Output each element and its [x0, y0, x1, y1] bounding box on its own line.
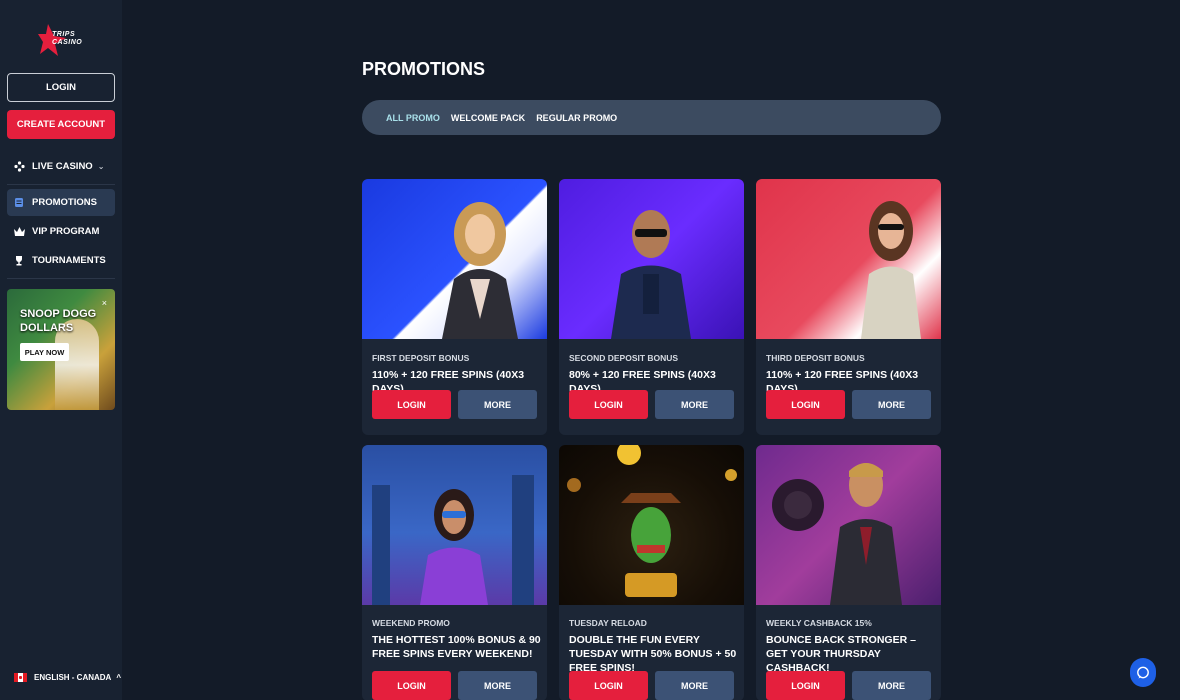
promo-card: SECOND DEPOSIT BONUS 80% + 120 FREE SPIN…	[559, 179, 744, 435]
promo-more-button[interactable]: MORE	[852, 671, 931, 700]
promo-headline: DOUBLE THE FUN EVERY TUESDAY WITH 50% BO…	[569, 634, 737, 674]
promo-card: WEEKEND PROMO THE HOTTEST 100% BONUS & 9…	[362, 445, 547, 700]
create-account-button[interactable]: CREATE ACCOUNT	[7, 110, 115, 139]
tab-regular-promo[interactable]: REGULAR PROMO	[536, 113, 617, 123]
promo-login-button[interactable]: LOGIN	[569, 671, 648, 700]
chat-button[interactable]	[1130, 658, 1156, 687]
sidebar-item-tournaments[interactable]: TOURNAMENTS	[7, 247, 115, 274]
promo-card: WEEKLY CASHBACK 15% BOUNCE BACK STRONGER…	[756, 445, 941, 700]
promo-card: TUESDAY RELOAD DOUBLE THE FUN EVERY TUES…	[559, 445, 744, 700]
sidebar: TRIPS CASINO LOGIN CREATE ACCOUNT LIVE C…	[0, 0, 122, 700]
sidebar-login-button[interactable]: LOGIN	[7, 73, 115, 102]
sidebar-divider	[7, 184, 115, 185]
trophy-icon	[13, 255, 25, 267]
tab-all-promo[interactable]: ALL PROMO	[386, 113, 440, 123]
chevron-down-icon: ⌄	[97, 162, 105, 171]
page-title: PROMOTIONS	[362, 59, 486, 79]
promo-category: FIRST DEPOSIT BONUS	[372, 353, 470, 363]
banner-title: SNOOP DOGG DOLLARS	[20, 308, 97, 334]
chevron-up-icon: ^	[116, 673, 122, 682]
promo-more-button[interactable]: MORE	[852, 390, 931, 419]
banner-play-now-button[interactable]: PLAY NOW	[20, 343, 69, 361]
promo-card-image	[559, 179, 744, 339]
sidebar-item-label: VIP PROGRAM	[32, 226, 100, 237]
promo-card: FIRST DEPOSIT BONUS 110% + 120 FREE SPIN…	[362, 179, 547, 435]
promo-more-button[interactable]: MORE	[458, 671, 537, 700]
promo-category: THIRD DEPOSIT BONUS	[766, 353, 865, 363]
promo-more-button[interactable]: MORE	[655, 671, 734, 700]
chat-icon	[1137, 666, 1149, 678]
promo-card-image	[559, 445, 744, 605]
language-selector[interactable]: ENGLISH - CANADA ^	[14, 673, 121, 682]
crown-icon	[13, 226, 25, 238]
logo-wordmark: TRIPS CASINO	[52, 31, 83, 46]
promo-category: WEEKEND PROMO	[372, 618, 450, 628]
language-label: ENGLISH - CANADA	[34, 673, 112, 682]
sidebar-item-promotions[interactable]: PROMOTIONS	[7, 189, 115, 216]
sidebar-item-label: LIVE CASINO	[32, 161, 93, 172]
promo-card-image	[362, 445, 547, 605]
sidebar-item-vip-program[interactable]: VIP PROGRAM	[7, 218, 115, 245]
snoop-dogg-banner[interactable]: SNOOP DOGG DOLLARS PLAY NOW ×	[7, 289, 115, 410]
sidebar-item-label: TOURNAMENTS	[32, 255, 106, 266]
promo-login-button[interactable]: LOGIN	[569, 390, 648, 419]
casino-logo[interactable]: TRIPS CASINO	[38, 22, 92, 58]
promo-login-button[interactable]: LOGIN	[372, 390, 451, 419]
promo-category: SECOND DEPOSIT BONUS	[569, 353, 679, 363]
canada-flag-icon	[14, 673, 27, 682]
promo-headline: BOUNCE BACK STRONGER – GET YOUR THURSDAY…	[766, 634, 916, 674]
sidebar-item-live-casino[interactable]: LIVE CASINO ⌄	[7, 153, 115, 180]
promo-card-image	[756, 445, 941, 605]
promo-card: THIRD DEPOSIT BONUS 110% + 120 FREE SPIN…	[756, 179, 941, 435]
promo-login-button[interactable]: LOGIN	[372, 671, 451, 700]
promo-more-button[interactable]: MORE	[655, 390, 734, 419]
promo-filter-bar: ALL PROMO WELCOME PACK REGULAR PROMO	[362, 100, 941, 135]
live-casino-icon	[13, 161, 25, 173]
promo-category: TUESDAY RELOAD	[569, 618, 647, 628]
promo-login-button[interactable]: LOGIN	[766, 390, 845, 419]
promo-card-image	[756, 179, 941, 339]
close-icon[interactable]: ×	[102, 298, 107, 308]
promo-login-button[interactable]: LOGIN	[766, 671, 845, 700]
sidebar-item-label: PROMOTIONS	[32, 197, 97, 208]
promo-more-button[interactable]: MORE	[458, 390, 537, 419]
promo-card-image	[362, 179, 547, 339]
promo-category: WEEKLY CASHBACK 15%	[766, 618, 872, 628]
sidebar-divider	[7, 278, 115, 279]
tab-welcome-pack[interactable]: WELCOME PACK	[451, 113, 525, 123]
promotions-icon	[13, 197, 25, 209]
promo-headline: THE HOTTEST 100% BONUS & 90 FREE SPINS E…	[372, 634, 541, 660]
